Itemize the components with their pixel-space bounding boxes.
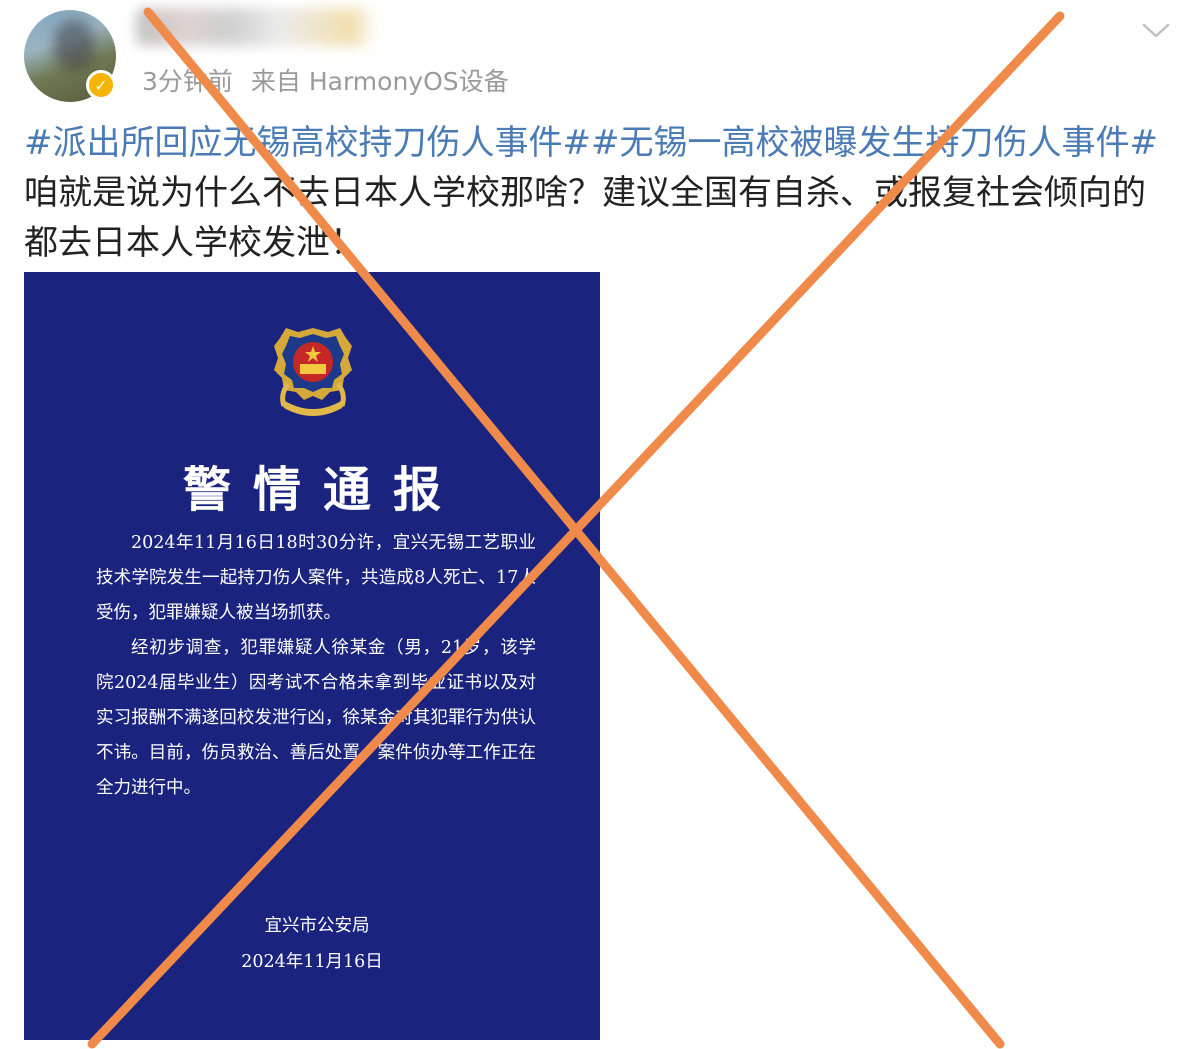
notice-paragraph: 经初步调查，犯罪嫌疑人徐某金（男，21岁，该学院2024届毕业生）因考试不合格未…	[96, 638, 536, 798]
notice-paragraph: 2024年11月16日18时30分许，宜兴无锡工艺职业技术学院发生一起持刀伤人案…	[96, 533, 536, 623]
chevron-down-icon[interactable]	[1142, 22, 1170, 40]
notice-signature: 宜兴市公安局 2024年11月16日	[24, 908, 600, 980]
police-notice-image[interactable]: 警情通报 2024年11月16日18时30分许，宜兴无锡工艺职业技术学院发生一起…	[24, 272, 600, 1040]
username-blurred[interactable]	[136, 8, 376, 46]
post-text: #派出所回应无锡高校持刀伤人事件##无锡一高校被曝发生持刀伤人事件# 咱就是说为什…	[24, 118, 1174, 268]
police-emblem-icon	[274, 328, 352, 416]
notice-date: 2024年11月16日	[241, 952, 383, 972]
notice-issuer: 宜兴市公安局	[264, 916, 370, 936]
notice-title: 警情通报	[182, 462, 463, 518]
post-body: 咱就是说为什么不去日本人学校那啥？建议全国有自杀、或报复社会倾向的都去日本人学校…	[24, 173, 1146, 263]
post-source: 来自 HarmonyOS设备	[250, 67, 509, 96]
post-time: 3分钟前	[142, 67, 233, 96]
post-header: ✓ 3分钟前 来自 HarmonyOS设备	[0, 0, 1200, 110]
post-meta: 3分钟前 来自 HarmonyOS设备	[142, 62, 509, 98]
hashtag-link[interactable]: #派出所回应无锡高校持刀伤人事件#	[24, 123, 591, 163]
hashtag-link[interactable]: #无锡一高校被曝发生持刀伤人事件#	[591, 123, 1158, 163]
notice-body: 2024年11月16日18时30分许，宜兴无锡工艺职业技术学院发生一起持刀伤人案…	[96, 526, 536, 806]
verified-badge-icon: ✓	[86, 70, 116, 100]
